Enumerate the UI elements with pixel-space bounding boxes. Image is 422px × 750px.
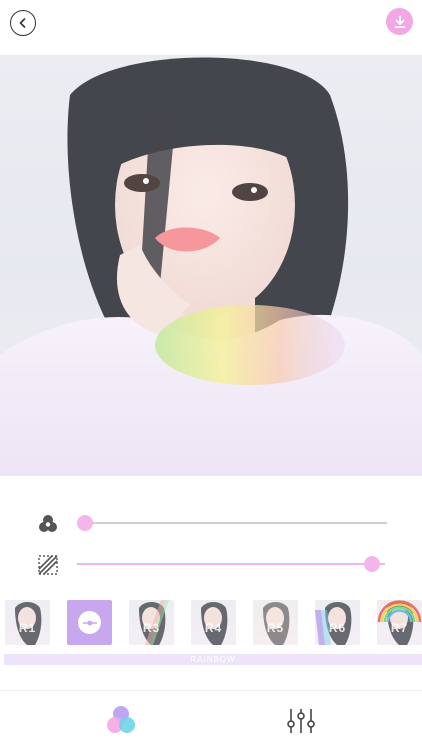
filter-label: R1 [18, 621, 37, 635]
slider-thumb[interactable] [364, 556, 380, 572]
texture-intensity-slider[interactable] [0, 549, 422, 579]
chevron-left-icon [19, 18, 26, 28]
tab-filters[interactable] [105, 705, 137, 735]
filter-strip: R1 R3 R4 R5 R6 R7 [0, 600, 422, 650]
divider [0, 690, 422, 691]
download-arrow-icon [394, 15, 405, 28]
filter-group-bar[interactable]: RAINBOW [4, 654, 422, 665]
slider-track [77, 563, 385, 565]
filter-label: R3 [142, 621, 161, 635]
selected-indicator [78, 611, 101, 634]
texture-hatch-icon [38, 555, 58, 575]
slider-track [85, 522, 387, 524]
filter-item-selected[interactable] [67, 600, 112, 645]
filter-item[interactable]: R6 [315, 600, 360, 645]
top-bar [0, 0, 422, 48]
filter-item[interactable]: R7 [377, 600, 422, 645]
filter-group-label: RAINBOW [190, 655, 236, 664]
download-button[interactable] [386, 8, 413, 35]
filter-label: R6 [328, 621, 347, 635]
filter-circles-icon [107, 706, 135, 733]
filter-label: R7 [390, 621, 409, 635]
color-intensity-slider[interactable] [0, 508, 422, 538]
filter-label: R5 [266, 621, 285, 635]
adjust-sliders-icon [287, 709, 315, 733]
filter-item[interactable]: R3 [129, 600, 174, 645]
color-circles-icon [39, 515, 57, 532]
filter-item[interactable]: R1 [5, 600, 50, 645]
slider-thumb[interactable] [77, 515, 93, 531]
tab-adjust[interactable] [286, 707, 316, 735]
back-button[interactable] [10, 10, 36, 36]
filter-item[interactable]: R4 [191, 600, 236, 645]
slider-adjust-icon [82, 620, 97, 625]
photo-preview [0, 55, 422, 476]
filter-label: R4 [204, 621, 223, 635]
filter-item[interactable]: R5 [253, 600, 298, 645]
